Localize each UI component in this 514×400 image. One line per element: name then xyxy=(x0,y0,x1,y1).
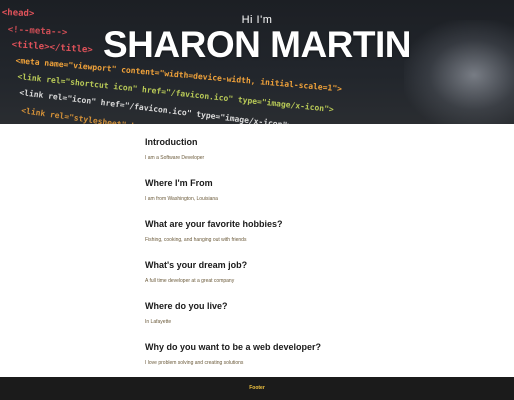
hero-banner: <head> <!--meta--> <title></title> <meta… xyxy=(0,0,514,124)
section-heading: What are your favorite hobbies? xyxy=(145,219,283,229)
section-hobbies: What are your favorite hobbies? Fishing,… xyxy=(145,218,445,259)
section-heading: What's your dream job? xyxy=(145,260,248,270)
section-heading: Where I'm From xyxy=(145,178,213,188)
section-heading: Introduction xyxy=(145,137,198,147)
section-text: Fishing, cooking, and hanging out with f… xyxy=(145,237,247,243)
about-content: Introduction I am a Software Developer W… xyxy=(145,136,445,382)
section-text: I am from Washington, Louisiana xyxy=(145,196,218,202)
section-text: I love problem solving and creating solu… xyxy=(145,360,244,366)
page: <head> <!--meta--> <title></title> <meta… xyxy=(0,0,514,400)
section-dream-job: What's your dream job? A full time devel… xyxy=(145,259,445,300)
hero-name-title: SHARON MARTIN xyxy=(103,24,411,65)
footer-text: Footer xyxy=(249,385,265,391)
section-introduction: Introduction I am a Software Developer xyxy=(145,136,445,177)
section-text: In Lafayette xyxy=(145,319,172,325)
section-heading: Where do you live? xyxy=(145,301,228,311)
section-why-web-dev: Why do you want to be a web developer? I… xyxy=(145,341,445,382)
section-residence: Where do you live? In Lafayette xyxy=(145,300,445,341)
section-heading: Why do you want to be a web developer? xyxy=(145,342,322,352)
section-text: I am a Software Developer xyxy=(145,155,205,161)
section-text: A full time developer at a great company xyxy=(145,278,235,284)
section-where-from: Where I'm From I am from Washington, Lou… xyxy=(145,177,445,218)
page-footer: Footer xyxy=(0,377,514,400)
